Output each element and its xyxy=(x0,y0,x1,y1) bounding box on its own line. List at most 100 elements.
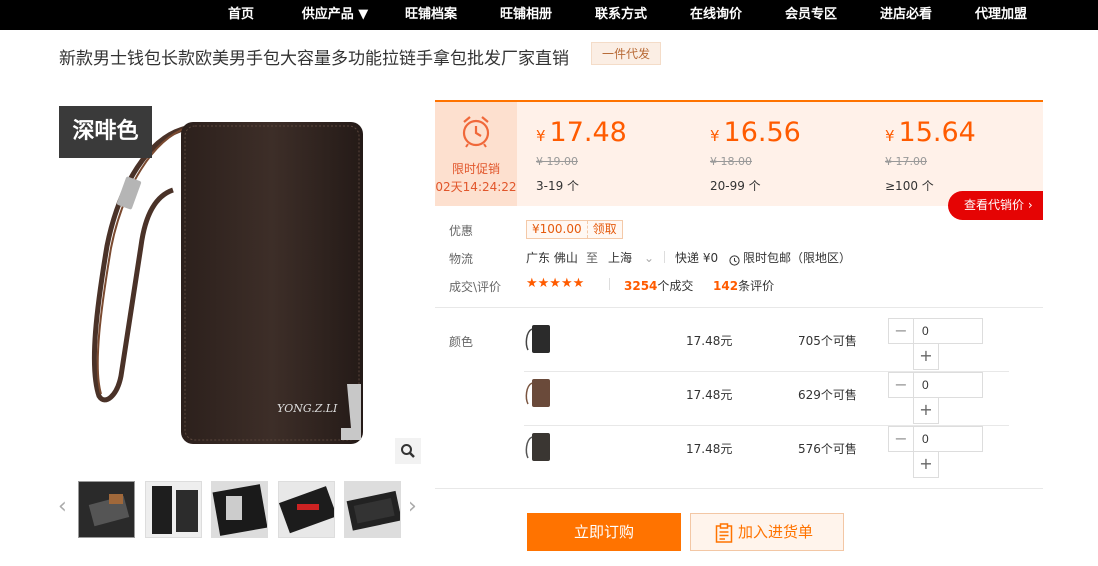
magnifier-icon xyxy=(401,444,415,458)
plus-button[interactable]: + xyxy=(913,344,939,370)
clock-icon xyxy=(729,251,740,270)
nav-shop-album[interactable]: 旺铺相册 xyxy=(500,0,552,30)
order-now-button[interactable]: 立即订购 xyxy=(527,513,681,551)
nav-agency[interactable]: 代理加盟 xyxy=(975,0,1027,30)
thumbnail[interactable] xyxy=(211,481,268,538)
free-shipping: 限时包邮（限地区） xyxy=(743,251,852,265)
tier-price: 16.56 xyxy=(723,117,801,148)
brand-text: YONG.Z.LI xyxy=(277,402,338,415)
coupon-value: ¥100.00 xyxy=(532,222,582,236)
ship-to: 上海 xyxy=(608,251,633,265)
dropship-tag: 一件代发 xyxy=(591,42,662,65)
nav-home[interactable]: 首页 xyxy=(228,0,254,30)
thumbnail-image xyxy=(345,482,400,537)
coupon-claim: 领取 xyxy=(586,221,622,238)
quantity-input[interactable] xyxy=(913,318,983,344)
thumbnail[interactable] xyxy=(278,481,335,538)
tier-price: 15.64 xyxy=(898,117,976,148)
sold-count: 3254个成交 xyxy=(624,277,693,294)
thumb-next-arrow[interactable]: › xyxy=(408,495,417,519)
divider xyxy=(435,488,1043,489)
sku-stock: 576个可售 xyxy=(798,442,857,456)
wallet-image xyxy=(91,122,363,444)
price-tier: ¥17.48 ¥ 19.00 3-19 个 xyxy=(536,116,627,194)
thumbnail[interactable] xyxy=(344,481,401,538)
rating-stars: ★★★★★ xyxy=(526,276,585,291)
review-number: 142 xyxy=(713,279,739,293)
ship-to-word: 至 xyxy=(586,251,599,265)
logistics-label: 物流 xyxy=(449,252,474,266)
tier-quantity: 20-99 个 xyxy=(710,179,761,193)
promo-countdown: 02天14:24:22 xyxy=(435,180,517,194)
top-nav: 首页 供应产品 ▼ 旺铺档案 旺铺相册 联系方式 在线询价 会员专区 进店必看 … xyxy=(0,0,1098,30)
add-to-purchase-list-label: 加入进货单 xyxy=(738,523,814,541)
minus-button[interactable]: − xyxy=(888,318,914,344)
promo-label: 限时促销 xyxy=(451,162,500,176)
alarm-clock-icon xyxy=(462,116,490,148)
review-count[interactable]: 142条评价 xyxy=(713,277,774,294)
sku-thumbnail[interactable] xyxy=(524,378,552,408)
sku-price: 17.48元 xyxy=(686,442,733,456)
thumb-prev-arrow[interactable]: ‹ xyxy=(58,495,67,519)
sold-label: 个成交 xyxy=(657,279,694,293)
sku-row: 17.48元 576个可售 − + xyxy=(524,426,1009,480)
nav-products[interactable]: 供应产品 ▼ xyxy=(302,0,369,30)
product-title: 新款男士钱包长款欧美男手包大容量多功能拉链手拿包批发厂家直销 xyxy=(59,49,569,69)
promo-box: 限时促销 02天14:24:22 xyxy=(435,102,517,206)
price-panel: 限时促销 02天14:24:22 ¥17.48 ¥ 19.00 3-19 个 ¥… xyxy=(435,100,1043,206)
sku-row: 17.48元 629个可售 − + xyxy=(524,372,1009,426)
ship-to-select[interactable]: 上海 ⌄ xyxy=(608,249,654,266)
clipboard-icon xyxy=(715,523,733,543)
thumbnail-image xyxy=(212,482,267,537)
minus-button[interactable]: − xyxy=(888,372,914,398)
currency-symbol: ¥ xyxy=(710,127,720,145)
sku-price: 17.48元 xyxy=(686,334,733,348)
thumbnail[interactable] xyxy=(145,481,202,538)
sku-price: 17.48元 xyxy=(686,388,733,402)
plus-button[interactable]: + xyxy=(913,452,939,478)
thumbnail[interactable] xyxy=(78,481,135,538)
review-label: 条评价 xyxy=(738,279,775,293)
deals-label: 成交\评价 xyxy=(449,280,502,294)
sku-color-label: 颜色 xyxy=(449,335,474,349)
nav-members[interactable]: 会员专区 xyxy=(785,0,837,30)
color-label: 深啡色 xyxy=(59,106,152,158)
coupon-button[interactable]: ¥100.00 领取 xyxy=(526,220,623,239)
price-tier: ¥15.64 ¥ 17.00 ≥100 个 xyxy=(885,116,976,194)
currency-symbol: ¥ xyxy=(885,127,895,145)
quantity-input[interactable] xyxy=(913,372,983,398)
nav-shop-profile[interactable]: 旺铺档案 xyxy=(405,0,457,30)
sku-row: 17.48元 705个可售 − + xyxy=(524,318,1009,372)
nav-contact[interactable]: 联系方式 xyxy=(595,0,647,30)
divider xyxy=(609,278,610,290)
chevron-down-icon: ⌄ xyxy=(644,251,655,265)
sku-stock: 705个可售 xyxy=(798,334,857,348)
price-tier: ¥16.56 ¥ 18.00 20-99 个 xyxy=(710,116,801,194)
zoom-button[interactable] xyxy=(395,438,421,464)
divider xyxy=(435,307,1043,308)
nav-must-see[interactable]: 进店必看 xyxy=(880,0,932,30)
tier-quantity: 3-19 个 xyxy=(536,179,580,193)
sku-thumbnail[interactable] xyxy=(524,432,552,462)
currency-symbol: ¥ xyxy=(536,127,546,145)
divider xyxy=(664,251,665,263)
tier-price: 17.48 xyxy=(549,117,627,148)
tier-old-price: ¥ 17.00 xyxy=(885,155,927,168)
sku-thumbnail[interactable] xyxy=(524,324,552,354)
express-fee: 快递 ¥0 xyxy=(675,251,719,265)
minus-button[interactable]: − xyxy=(888,426,914,452)
quantity-input[interactable] xyxy=(913,426,983,452)
sku-stock: 629个可售 xyxy=(798,388,857,402)
add-to-purchase-list-button[interactable]: 加入进货单 xyxy=(690,513,844,551)
plus-button[interactable]: + xyxy=(913,398,939,424)
ship-from: 广东 佛山 xyxy=(526,251,578,265)
main-product-image[interactable]: 深啡色 YONG.Z.LI xyxy=(59,106,421,464)
thumbnail-image xyxy=(79,482,134,537)
tier-old-price: ¥ 19.00 xyxy=(536,155,578,168)
discount-label: 优惠 xyxy=(449,224,474,238)
sold-number: 3254 xyxy=(624,279,658,293)
tier-old-price: ¥ 18.00 xyxy=(710,155,752,168)
thumbnail-image xyxy=(279,482,334,537)
nav-inquiry[interactable]: 在线询价 xyxy=(690,0,742,30)
agent-price-button[interactable]: 查看代销价 › xyxy=(948,191,1043,220)
